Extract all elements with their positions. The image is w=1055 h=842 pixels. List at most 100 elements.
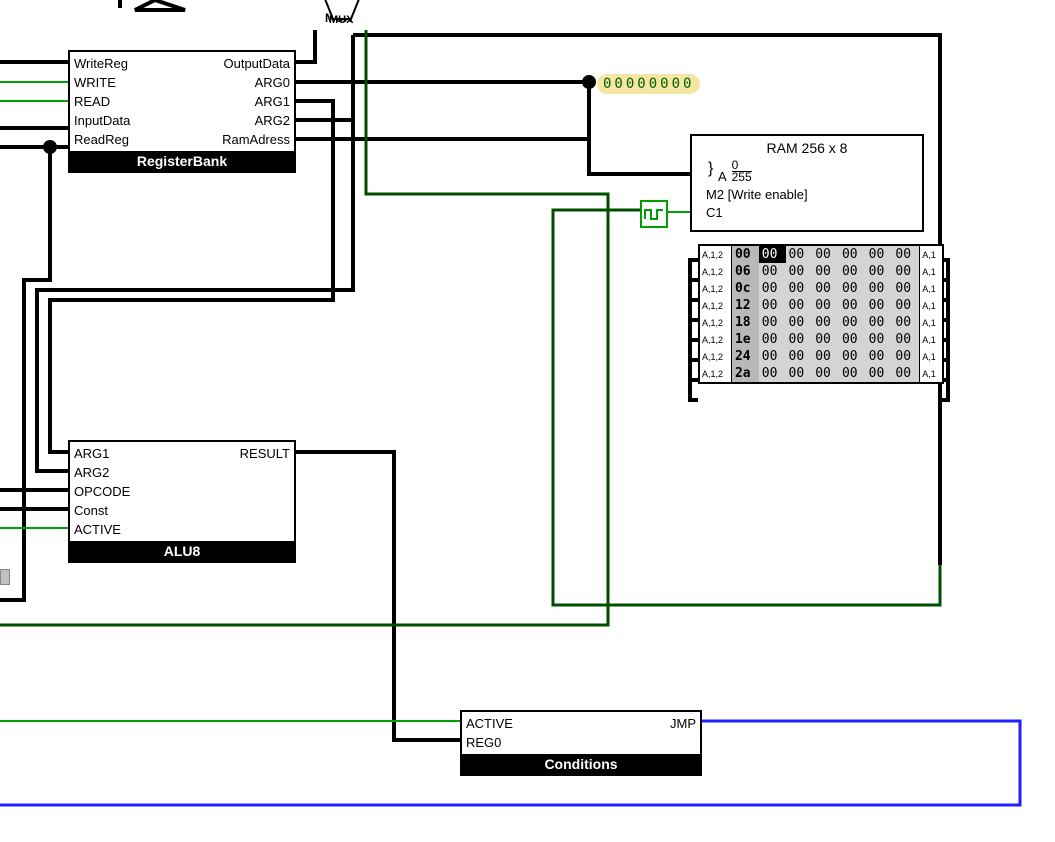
ram-cell[interactable]: 00	[839, 280, 866, 297]
ram-block[interactable]: RAM 256 x 8 } A 0 255 M2 [Write enable] …	[690, 134, 924, 232]
conditions-title: Conditions	[462, 754, 700, 774]
ram-cell[interactable]: 00	[759, 297, 786, 314]
ram-addr-cell[interactable]: 1e	[731, 331, 758, 348]
ram-pin-right: A,1	[920, 314, 942, 331]
ram-cell[interactable]: 00	[892, 314, 919, 331]
ram-cell[interactable]: 00	[812, 280, 839, 297]
ram-cell[interactable]: 00	[892, 331, 919, 348]
port-inputdata: InputData	[74, 111, 130, 130]
port-cond-active: ACTIVE	[466, 714, 513, 733]
ram-cell[interactable]: 00	[812, 246, 839, 263]
ram-pin-right: A,1	[920, 280, 942, 297]
register-bank-block[interactable]: WriteReg WRITE READ InputData ReadReg Ou…	[68, 50, 296, 173]
ram-addr-cell[interactable]: 2a	[731, 365, 758, 382]
ram-cell[interactable]: 00	[892, 280, 919, 297]
ram-cell[interactable]: 00	[786, 314, 813, 331]
ram-cell[interactable]: 00	[786, 246, 813, 263]
ram-cell[interactable]: 00	[812, 348, 839, 365]
ram-title: RAM 256 x 8	[692, 136, 922, 160]
port-result: RESULT	[240, 444, 290, 463]
ram-cell[interactable]: 00	[866, 263, 893, 280]
port-arg1: ARG1	[222, 92, 290, 111]
ram-addr-cell[interactable]: 12	[731, 297, 758, 314]
ram-cell[interactable]: 00	[839, 365, 866, 382]
ram-cell[interactable]: 00	[866, 348, 893, 365]
ram-cell[interactable]: 00	[892, 263, 919, 280]
ram-cell[interactable]: 00	[866, 246, 893, 263]
ram-cell[interactable]: 00	[812, 365, 839, 382]
ram-addr-cell[interactable]: 18	[731, 314, 758, 331]
ram-pin-right: A,1	[920, 297, 942, 314]
port-read: READ	[74, 92, 130, 111]
port-alu-arg1: ARG1	[74, 444, 130, 463]
ram-cell[interactable]: 00	[839, 263, 866, 280]
ram-cell[interactable]: 00	[866, 297, 893, 314]
ram-row: A,1,218000000000000A,1	[700, 314, 942, 331]
port-arg2: ARG2	[222, 111, 290, 130]
ram-cell[interactable]: 00	[839, 348, 866, 365]
conditions-block[interactable]: ACTIVE REG0 JMP Conditions	[460, 710, 702, 776]
ram-cell[interactable]: 00	[759, 348, 786, 365]
ram-pin-left: A,1,2	[700, 365, 731, 382]
register-bank-right-ports: OutputData ARG0 ARG1 ARG2 RamAdress	[218, 52, 294, 151]
port-arg0: ARG0	[222, 73, 290, 92]
ram-pin-left: A,1,2	[700, 348, 731, 365]
ram-cell[interactable]: 00	[866, 314, 893, 331]
ram-cell[interactable]: 00	[892, 297, 919, 314]
port-ramaddress: RamAdress	[222, 130, 290, 149]
ram-cell[interactable]: 00	[866, 331, 893, 348]
register-bank-title: RegisterBank	[70, 151, 294, 171]
ram-cell[interactable]: 00	[892, 348, 919, 365]
ram-addr-cell[interactable]: 00	[731, 246, 758, 263]
port-readreg: ReadReg	[74, 130, 130, 149]
ram-cell[interactable]: 00	[892, 365, 919, 382]
ram-cell[interactable]: 00	[866, 280, 893, 297]
conditions-right-ports: JMP	[666, 712, 700, 754]
ram-pin-right: A,1	[920, 365, 942, 382]
ram-cell[interactable]: 00	[839, 314, 866, 331]
ram-pin-right: A,1	[920, 246, 942, 263]
ram-cell[interactable]: 00	[786, 263, 813, 280]
ram-cell[interactable]: 00	[759, 314, 786, 331]
ram-cell[interactable]: 00	[759, 331, 786, 348]
ram-addr-cell[interactable]: 0c	[731, 280, 758, 297]
ram-data[interactable]: A,1,200000000000000A,1A,1,20600000000000…	[698, 244, 944, 384]
alu-title: ALU8	[70, 541, 294, 561]
ram-cell[interactable]: 00	[812, 331, 839, 348]
ram-pin-right: A,1	[920, 331, 942, 348]
port-const: Const	[74, 501, 130, 520]
ram-cell[interactable]: 00	[839, 246, 866, 263]
clock-icon[interactable]	[640, 200, 668, 228]
ram-addr-cell[interactable]: 06	[731, 263, 758, 280]
ram-cell[interactable]: 00	[866, 365, 893, 382]
ram-cell[interactable]: 00	[759, 263, 786, 280]
ram-addr-cell[interactable]: 24	[731, 348, 758, 365]
ram-pin-right: A,1	[920, 263, 942, 280]
ram-row: A,1,224000000000000A,1	[700, 348, 942, 365]
ram-pin-left: A,1,2	[700, 314, 731, 331]
ram-cell[interactable]: 00	[812, 314, 839, 331]
ram-cell[interactable]: 00	[812, 297, 839, 314]
ram-row: A,1,20c000000000000A,1	[700, 280, 942, 297]
ram-cell[interactable]: 00	[786, 280, 813, 297]
ram-cell[interactable]: 00	[759, 280, 786, 297]
ram-row: A,1,200000000000000A,1	[700, 246, 942, 263]
ram-cell[interactable]: 00	[892, 246, 919, 263]
ram-cell[interactable]: 00	[812, 263, 839, 280]
mux-text: MUX	[329, 14, 353, 26]
ram-row: A,1,212000000000000A,1	[700, 297, 942, 314]
alu-block[interactable]: ARG1 ARG2 OPCODE Const ACTIVE RESULT ALU…	[68, 440, 296, 563]
ram-cell[interactable]: 00	[839, 297, 866, 314]
ram-cell[interactable]: 00	[786, 331, 813, 348]
ram-pin-left: A,1,2	[700, 331, 731, 348]
ram-row: A,1,22a000000000000A,1	[700, 365, 942, 382]
ram-cell[interactable]: 00	[759, 246, 786, 263]
register-bank-left-ports: WriteReg WRITE READ InputData ReadReg	[70, 52, 134, 151]
ram-cell[interactable]: 00	[839, 331, 866, 348]
ram-cell[interactable]: 00	[786, 348, 813, 365]
ram-cell[interactable]: 00	[786, 365, 813, 382]
ram-cell[interactable]: 00	[786, 297, 813, 314]
ram-addr-label: A	[718, 169, 726, 184]
ram-cell[interactable]: 00	[759, 365, 786, 382]
port-outputdata: OutputData	[222, 54, 290, 73]
